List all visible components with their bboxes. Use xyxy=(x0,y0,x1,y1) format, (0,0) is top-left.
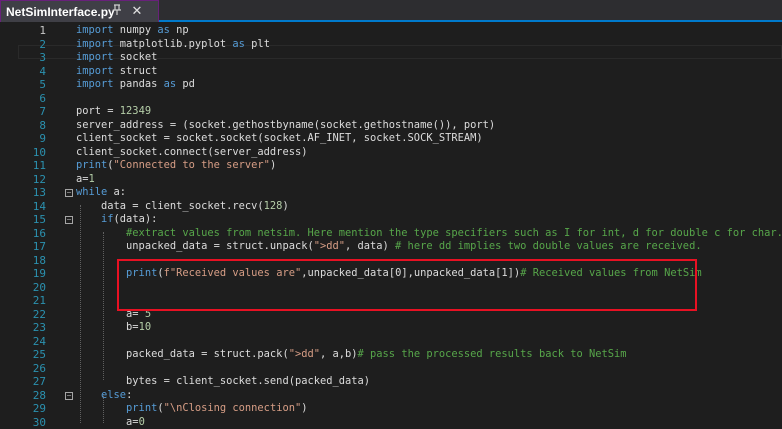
code-line[interactable]: 3 import socket xyxy=(0,51,782,65)
code-line[interactable]: 30 a=0 xyxy=(0,416,782,429)
code-text: import socket xyxy=(76,51,157,65)
code-line[interactable]: 27 bytes = client_socket.send(packed_dat… xyxy=(0,375,782,389)
tab-title: NetSimInterface.py xyxy=(1,5,115,19)
code-text: import struct xyxy=(76,65,157,79)
line-number: 6 xyxy=(22,92,46,106)
code-editor[interactable]: 1 import numpy as np 2 import matplotlib.py… xyxy=(0,22,782,423)
highlight-box xyxy=(117,259,697,311)
line-number: 13 xyxy=(22,186,46,200)
code-text: packed_data = struct.pack(">dd", a,b)# p… xyxy=(76,348,627,362)
code-text: bytes = client_socket.send(packed_data) xyxy=(76,375,370,389)
code-line[interactable]: 4 import struct xyxy=(0,65,782,79)
line-number: 20 xyxy=(22,281,46,295)
code-text: port = 12349 xyxy=(76,105,151,119)
code-line[interactable]: 28 else:− xyxy=(0,389,782,403)
line-number: 24 xyxy=(22,335,46,349)
line-number: 15 xyxy=(22,213,46,227)
code-line[interactable]: 8 server_address = (socket.gethostbyname(… xyxy=(0,119,782,133)
code-line[interactable]: 17 unpacked_data = struct.unpack(">dd", … xyxy=(0,240,782,254)
code-line[interactable]: 2 import matplotlib.pyplot as plt xyxy=(0,38,782,52)
line-number: 21 xyxy=(22,294,46,308)
code-text: data = client_socket.recv(128) xyxy=(76,200,289,214)
pin-icon[interactable] xyxy=(109,4,125,20)
code-line[interactable]: 29 print("\nClosing connection") xyxy=(0,402,782,416)
code-text: b=10 xyxy=(76,321,151,335)
line-number: 8 xyxy=(22,119,46,133)
line-number: 2 xyxy=(22,38,46,52)
tab-bar: NetSimInterface.py ✕ xyxy=(0,0,782,22)
fold-collapse-icon[interactable]: − xyxy=(65,216,73,224)
code-text: if(data): xyxy=(76,213,157,227)
line-number: 30 xyxy=(22,416,46,429)
line-number: 1 xyxy=(22,24,46,38)
code-text: else: xyxy=(76,389,132,403)
line-number: 26 xyxy=(22,362,46,376)
code-text: server_address = (socket.gethostbyname(s… xyxy=(76,119,495,133)
line-number: 29 xyxy=(22,402,46,416)
line-number: 17 xyxy=(22,240,46,254)
code-line[interactable]: 25 packed_data = struct.pack(">dd", a,b)… xyxy=(0,348,782,362)
line-number: 4 xyxy=(22,65,46,79)
code-line[interactable]: 23 b=10 xyxy=(0,321,782,335)
code-text: client_socket = socket.socket(socket.AF_… xyxy=(76,132,483,146)
code-text: print("\nClosing connection") xyxy=(76,402,308,416)
code-line[interactable]: 15 if(data):− xyxy=(0,213,782,227)
fold-collapse-icon[interactable]: − xyxy=(65,189,73,197)
code-text: import pandas as pd xyxy=(76,78,195,92)
code-line[interactable]: 10 client_socket.connect(server_address) xyxy=(0,146,782,160)
line-number: 11 xyxy=(22,159,46,173)
code-line[interactable]: 5 import pandas as pd xyxy=(0,78,782,92)
code-text: client_socket.connect(server_address) xyxy=(76,146,307,160)
code-text: import numpy as np xyxy=(76,24,189,38)
code-line[interactable]: 1 import numpy as np xyxy=(0,24,782,38)
line-number: 22 xyxy=(22,308,46,322)
line-number: 25 xyxy=(22,348,46,362)
code-line[interactable]: 6 xyxy=(0,92,782,106)
code-text: a=1 xyxy=(76,173,95,187)
close-icon[interactable]: ✕ xyxy=(129,4,145,20)
line-number: 27 xyxy=(22,375,46,389)
code-text: while a: xyxy=(76,186,126,200)
tab-netsiminterface[interactable]: NetSimInterface.py ✕ xyxy=(0,0,159,22)
code-text: print("Connected to the server") xyxy=(76,159,276,173)
line-number: 9 xyxy=(22,132,46,146)
code-text: unpacked_data = struct.unpack(">dd", dat… xyxy=(76,240,702,254)
line-number: 5 xyxy=(22,78,46,92)
line-number: 23 xyxy=(22,321,46,335)
code-line[interactable]: 7 port = 12349 xyxy=(0,105,782,119)
code-line[interactable]: 12 a=1 xyxy=(0,173,782,187)
code-line[interactable]: 14 data = client_socket.recv(128) xyxy=(0,200,782,214)
line-number: 14 xyxy=(22,200,46,214)
code-line[interactable]: 11 print("Connected to the server") xyxy=(0,159,782,173)
line-number: 12 xyxy=(22,173,46,187)
code-line[interactable]: 16 #extract values from netsim. Here men… xyxy=(0,227,782,241)
code-line[interactable]: 26 xyxy=(0,362,782,376)
line-number: 19 xyxy=(22,267,46,281)
code-line[interactable]: 24 xyxy=(0,335,782,349)
line-number: 18 xyxy=(22,254,46,268)
line-number: 10 xyxy=(22,146,46,160)
code-text: #extract values from netsim. Here mentio… xyxy=(76,227,782,241)
line-number: 16 xyxy=(22,227,46,241)
code-line[interactable]: 13 while a:− xyxy=(0,186,782,200)
line-number: 7 xyxy=(22,105,46,119)
code-text: import matplotlib.pyplot as plt xyxy=(76,38,270,52)
code-text: a=0 xyxy=(76,416,145,429)
line-number: 28 xyxy=(22,389,46,403)
code-line[interactable]: 9 client_socket = socket.socket(socket.AF… xyxy=(0,132,782,146)
line-number: 3 xyxy=(22,51,46,65)
fold-collapse-icon[interactable]: − xyxy=(65,392,73,400)
